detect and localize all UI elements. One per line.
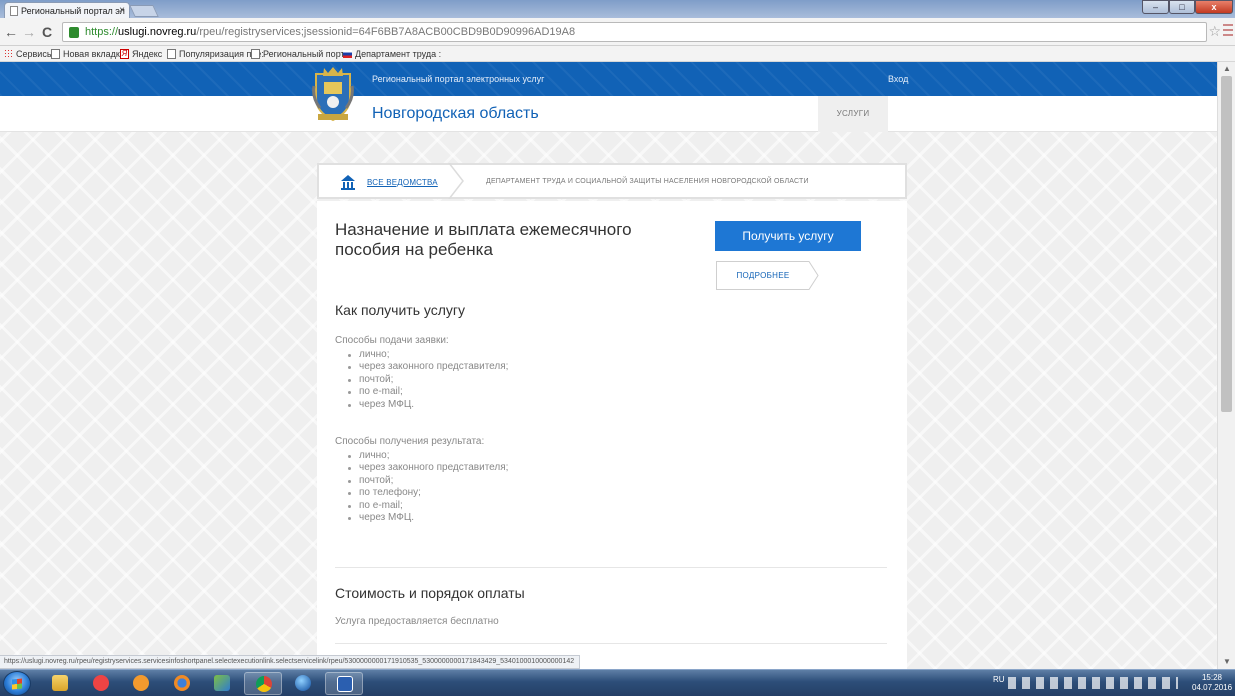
list-item: через МФЦ. <box>347 399 508 411</box>
site-header: Региональный портал электронных услуг Вх… <box>0 62 1217 96</box>
list-item: через законного представителя; <box>347 462 508 474</box>
section-divider <box>335 567 887 568</box>
bookmark-new-tab[interactable]: Новая вкладка <box>51 49 125 59</box>
bookmarks-bar: Сервисы Новая вкладка Я Яндекс Популяриза… <box>0 46 1235 62</box>
forward-arrow-icon[interactable]: → <box>22 24 36 40</box>
list-item: через законного представителя; <box>347 361 508 373</box>
player-icon[interactable] <box>122 672 160 695</box>
cost-text: Услуга предоставляется бесплатно <box>335 616 499 627</box>
page-viewport: Региональный портал электронных услуг Вх… <box>0 62 1217 669</box>
site-subheader: Новгородская область УСЛУГИ <box>0 96 1217 132</box>
page-scrollbar[interactable]: ▲ ▼ <box>1217 62 1235 669</box>
bookmark-popularization[interactable]: Популяризация пре: <box>167 49 264 59</box>
back-arrow-icon[interactable]: ← <box>4 24 18 40</box>
login-link[interactable]: Вход <box>888 74 908 84</box>
bookmark-apps[interactable]: Сервисы <box>4 49 53 59</box>
apps-icon <box>4 49 13 59</box>
new-tab-button[interactable] <box>129 5 159 17</box>
home-icon[interactable] <box>340 174 356 190</box>
bookmark-labor-department[interactable]: Департамент труда : <box>343 49 441 59</box>
list-item: почтой; <box>347 374 508 386</box>
service-title: Назначение и выплата ежемесячного пособи… <box>335 220 632 259</box>
scroll-up-arrow-icon[interactable]: ▲ <box>1218 62 1235 76</box>
page-icon <box>251 49 260 59</box>
chrome-icon[interactable] <box>244 672 282 695</box>
firefox-icon[interactable] <box>163 672 201 695</box>
tab-title: Региональный портал эл <box>21 6 125 16</box>
more-details-label: ПОДРОБНЕЕ <box>736 271 790 280</box>
reload-icon[interactable]: C <box>40 24 54 40</box>
list-item: по телефону; <box>347 487 508 499</box>
list-item: почтой; <box>347 475 508 487</box>
portal-name[interactable]: Региональный портал электронных услуг <box>372 74 544 84</box>
clock-time: 15:28 <box>1201 673 1223 682</box>
browser-tab[interactable]: Региональный портал эл × <box>4 2 130 18</box>
coat-of-arms-icon[interactable] <box>312 66 354 124</box>
result-methods-list: лично; через законного представителя; по… <box>347 450 508 524</box>
orb-app-icon[interactable] <box>284 672 322 695</box>
url-path: /rpeu/registryservices;jsessionid=64F6BB… <box>196 26 576 38</box>
get-service-button[interactable]: Получить услугу <box>715 221 861 251</box>
breadcrumb-department: ДЕПАРТАМЕНТ ТРУДА И СОЦИАЛЬНОЙ ЗАЩИТЫ НА… <box>486 178 809 185</box>
yandex-icon: Я <box>120 49 129 59</box>
windows-taskbar: RU 15:28 04.07.2016 <box>0 669 1235 696</box>
service-card: Назначение и выплата ежемесячного пособи… <box>317 201 907 669</box>
services-tab[interactable]: УСЛУГИ <box>818 96 888 132</box>
result-methods-label: Способы получения результата: <box>335 436 485 447</box>
url-scheme: https:// <box>85 26 119 38</box>
breadcrumb-all-departments[interactable]: ВСЕ ВЕДОМСТВА <box>367 178 438 187</box>
media-app-icon[interactable] <box>82 672 120 695</box>
bookmark-regional-portal[interactable]: Региональный портс <box>251 49 349 59</box>
tray-icons[interactable] <box>1008 677 1178 689</box>
page-icon <box>10 6 18 16</box>
scroll-thumb[interactable] <box>1221 76 1232 412</box>
list-item: лично; <box>347 349 508 361</box>
submit-methods-label: Способы подачи заявки: <box>335 335 449 346</box>
status-bar-url: https://uslugi.novreg.ru/rpeu/registryse… <box>0 655 580 669</box>
bookmark-star-icon[interactable]: ☆ <box>1208 23 1221 40</box>
list-item: через МФЦ. <box>347 512 508 524</box>
section-divider <box>335 643 887 644</box>
russia-flag-icon <box>343 50 352 58</box>
url-host: uslugi.novreg.ru <box>118 26 197 38</box>
network-app-icon[interactable] <box>203 672 241 695</box>
close-window-button[interactable]: x <box>1195 0 1233 14</box>
tab-close-icon[interactable]: × <box>119 5 125 16</box>
maximize-button[interactable]: □ <box>1169 0 1195 14</box>
system-clock[interactable]: 15:28 04.07.2016 <box>1192 673 1232 693</box>
region-name[interactable]: Новгородская область <box>372 105 539 123</box>
breadcrumb: ВСЕ ВЕДОМСТВА ДЕПАРТАМЕНТ ТРУДА И СОЦИАЛ… <box>317 163 907 199</box>
address-bar[interactable]: https://uslugi.novreg.ru/rpeu/registryse… <box>62 22 1207 42</box>
start-button[interactable] <box>3 671 31 696</box>
browser-toolbar: ← → C https://uslugi.novreg.ru/rpeu/regi… <box>0 18 1235 46</box>
cost-heading: Стоимость и порядок оплаты <box>335 585 525 601</box>
word-icon[interactable] <box>325 672 363 695</box>
minimize-button[interactable]: – <box>1142 0 1169 14</box>
clock-date: 04.07.2016 <box>1192 683 1233 692</box>
browser-menu-icon[interactable] <box>1223 24 1233 36</box>
explorer-icon[interactable] <box>41 672 79 695</box>
how-to-get-heading: Как получить услугу <box>335 302 466 318</box>
browser-tab-strip: Региональный портал эл × – □ x <box>0 0 1235 18</box>
more-details-button[interactable]: ПОДРОБНЕЕ <box>716 261 819 290</box>
page-icon <box>51 49 60 59</box>
list-item: лично; <box>347 450 508 462</box>
list-item: по e-mail; <box>347 386 508 398</box>
lock-icon <box>69 27 79 38</box>
page-icon <box>167 49 176 59</box>
submit-methods-list: лично; через законного представителя; по… <box>347 349 508 411</box>
language-indicator[interactable]: RU <box>993 675 1005 684</box>
scroll-down-arrow-icon[interactable]: ▼ <box>1218 655 1235 669</box>
list-item: по e-mail; <box>347 500 508 512</box>
bookmark-yandex[interactable]: Я Яндекс <box>120 49 162 59</box>
breadcrumb-separator <box>448 163 464 199</box>
